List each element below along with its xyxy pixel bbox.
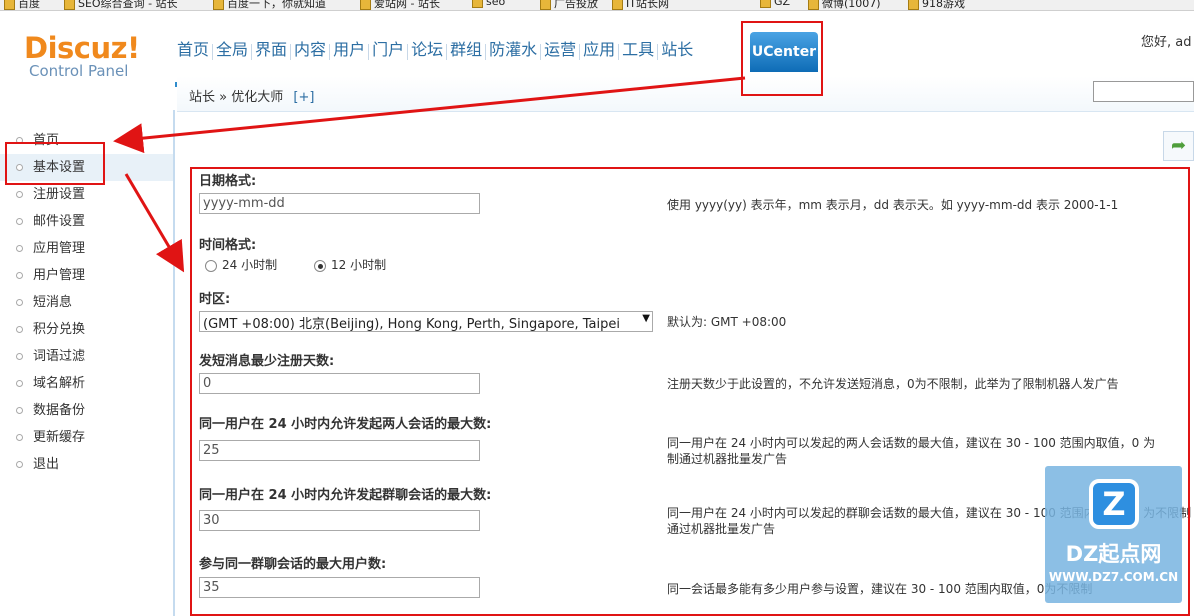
sidebar-item-label: 用户管理 xyxy=(33,268,86,283)
sidebar-item-register-settings[interactable]: 注册设置 xyxy=(0,181,173,208)
sidebar-item-domain-resolve[interactable]: 域名解析 xyxy=(0,370,173,397)
bookmark-item[interactable]: 百度一下，你就知道 xyxy=(213,0,326,10)
sidebar-item-label: 域名解析 xyxy=(33,376,86,391)
bookmark-item[interactable]: 爱站网 - 站长 xyxy=(360,0,440,10)
nav-separator xyxy=(618,43,620,60)
sidebar-item-data-backup[interactable]: 数据备份 xyxy=(0,397,173,424)
bookmark-icon xyxy=(213,0,224,10)
nav-separator xyxy=(657,43,659,60)
logo-main-text: Discuz! xyxy=(24,31,140,65)
sidebar-item-label: 更新缓存 xyxy=(33,430,86,445)
ucenter-highlight-box xyxy=(741,21,823,96)
bullet-icon xyxy=(16,407,23,414)
form-highlight-box xyxy=(190,167,1190,616)
add-shortcut-link[interactable]: [+] xyxy=(293,90,314,105)
nav-apps[interactable]: 应用 xyxy=(581,37,617,63)
bookmark-icon xyxy=(808,0,819,10)
sidebar-item-update-cache[interactable]: 更新缓存 xyxy=(0,424,173,451)
nav-interface[interactable]: 界面 xyxy=(253,37,289,63)
bookmark-item[interactable]: seo xyxy=(472,0,505,8)
bookmark-icon xyxy=(540,0,551,10)
bookmark-icon xyxy=(612,0,623,10)
nav-separator xyxy=(407,43,409,60)
nav-separator xyxy=(485,43,487,60)
discuz-logo[interactable]: Discuz! Control Panel xyxy=(24,32,140,80)
sidebar-item-label: 邮件设置 xyxy=(33,214,86,229)
page-header: Discuz! Control Panel 首页 全局 界面 内容 用户 门户 论坛 群组 防灌… xyxy=(0,12,1194,87)
nav-separator xyxy=(540,43,542,60)
breadcrumb-root[interactable]: 站长 xyxy=(189,90,215,105)
user-greeting: 您好, ad xyxy=(1141,35,1192,50)
bookmark-item[interactable]: 918游戏 xyxy=(908,0,965,10)
bookmark-icon xyxy=(472,0,483,8)
bookmarks-bar: 百度 SEO综合查询 - 站长 百度一下，你就知道 爱站网 - 站长 seo 广… xyxy=(0,0,1194,11)
bullet-icon xyxy=(16,191,23,198)
bullet-icon xyxy=(16,380,23,387)
bullet-icon xyxy=(16,326,23,333)
sidebar-item-messages[interactable]: 短消息 xyxy=(0,289,173,316)
nav-groups[interactable]: 群组 xyxy=(448,37,484,63)
nav-forum[interactable]: 论坛 xyxy=(409,37,445,63)
nav-separator xyxy=(290,43,292,60)
bookmark-item[interactable]: GZ xyxy=(760,0,790,8)
sidebar-item-mail-settings[interactable]: 邮件设置 xyxy=(0,208,173,235)
breadcrumb: 站长 » 优化大师 [+] xyxy=(189,86,314,105)
nav-separator xyxy=(446,43,448,60)
bullet-icon xyxy=(16,218,23,225)
bookmark-icon xyxy=(4,0,15,10)
sidebar-item-logout[interactable]: 退出 xyxy=(0,451,173,478)
bullet-icon xyxy=(16,272,23,279)
search-input[interactable] xyxy=(1093,81,1194,102)
bookmark-item[interactable]: IT站长网 xyxy=(612,0,669,10)
sidebar-item-label: 退出 xyxy=(33,457,60,472)
bookmark-icon xyxy=(908,0,919,10)
bullet-icon xyxy=(16,299,23,306)
breadcrumb-bar: 站长 » 优化大师 [+] xyxy=(177,76,1194,112)
bullet-icon xyxy=(16,461,23,468)
top-navigation: 首页 全局 界面 内容 用户 门户 论坛 群组 防灌水 运营 应用 工具 站长 xyxy=(175,37,695,63)
bullet-icon xyxy=(16,245,23,252)
sidebar-item-word-filter[interactable]: 词语过滤 xyxy=(0,343,173,370)
bookmark-item[interactable]: 微博(1007) xyxy=(808,0,881,10)
sidebar-item-label: 注册设置 xyxy=(33,187,86,202)
nav-separator xyxy=(579,43,581,60)
sidebar-highlight-box xyxy=(5,142,105,185)
nav-separator xyxy=(368,43,370,60)
nav-tools[interactable]: 工具 xyxy=(620,37,656,63)
nav-portal[interactable]: 门户 xyxy=(370,37,406,63)
nav-separator xyxy=(212,43,214,60)
sidebar-item-label: 应用管理 xyxy=(33,241,86,256)
bookmark-icon xyxy=(760,0,771,8)
logo-sub-text: Control Panel xyxy=(29,62,129,80)
sidebar-item-label: 数据备份 xyxy=(33,403,86,418)
sidebar-item-credit-exchange[interactable]: 积分兑换 xyxy=(0,316,173,343)
sidebar-item-app-management[interactable]: 应用管理 xyxy=(0,235,173,262)
nav-webmaster[interactable]: 站长 xyxy=(659,37,695,63)
sidebar-item-label: 积分兑换 xyxy=(33,322,86,337)
nav-separator xyxy=(329,43,331,60)
nav-global[interactable]: 全局 xyxy=(214,37,250,63)
nav-home[interactable]: 首页 xyxy=(175,37,211,63)
bookmark-icon xyxy=(360,0,371,10)
refresh-arrow-icon[interactable]: ➦ xyxy=(1163,131,1194,161)
sidebar-item-user-management[interactable]: 用户管理 xyxy=(0,262,173,289)
nav-separator xyxy=(251,43,253,60)
breadcrumb-current: 优化大师 xyxy=(231,90,284,105)
sidebar-item-label: 短消息 xyxy=(33,295,73,310)
bookmark-item[interactable]: 广告投放 xyxy=(540,0,598,10)
sidebar: 首页 基本设置 注册设置 邮件设置 应用管理 用户管理 短消息 积分兑换 词语过… xyxy=(0,110,175,616)
bookmark-item[interactable]: 百度 xyxy=(4,0,40,10)
bullet-icon xyxy=(16,353,23,360)
nav-antispam[interactable]: 防灌水 xyxy=(487,37,539,63)
bookmark-icon xyxy=(64,0,75,10)
nav-operations[interactable]: 运营 xyxy=(542,37,578,63)
nav-users[interactable]: 用户 xyxy=(331,37,367,63)
nav-content[interactable]: 内容 xyxy=(292,37,328,63)
bullet-icon xyxy=(16,434,23,441)
sidebar-item-label: 词语过滤 xyxy=(33,349,86,364)
breadcrumb-separator: » xyxy=(219,90,228,105)
bookmark-item[interactable]: SEO综合查询 - 站长 xyxy=(64,0,178,10)
